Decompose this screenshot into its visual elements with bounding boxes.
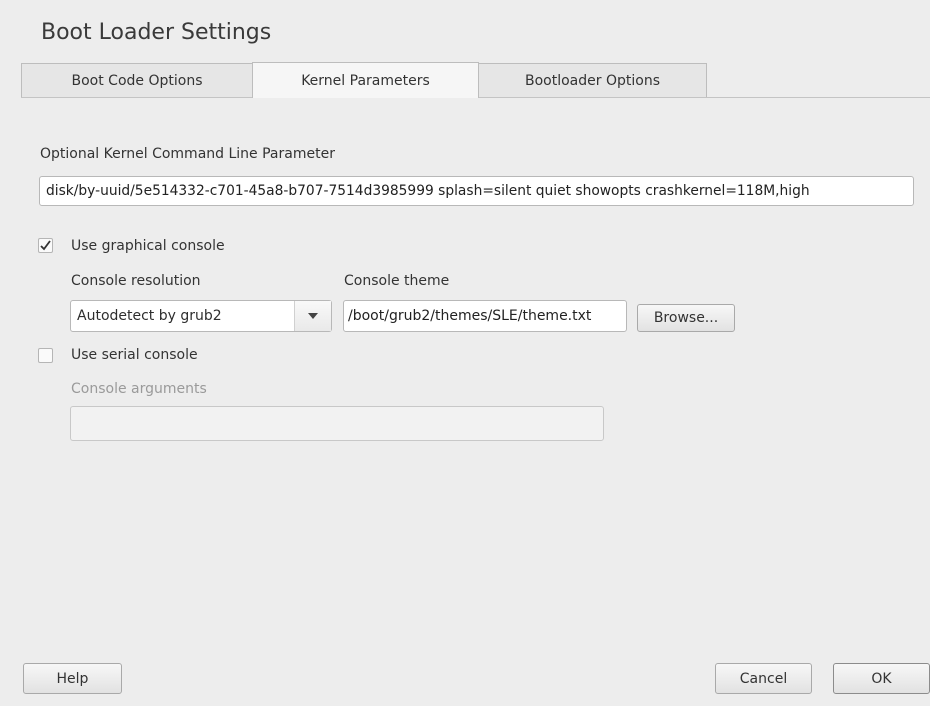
- serial-console-label: Use serial console: [71, 347, 198, 363]
- serial-console-checkbox[interactable]: [38, 348, 53, 363]
- ok-button[interactable]: OK: [833, 663, 930, 694]
- chevron-down-icon[interactable]: [294, 301, 331, 331]
- console-resolution-label: Console resolution: [71, 273, 201, 289]
- graphical-console-label: Use graphical console: [71, 238, 225, 254]
- console-arguments-input: [70, 406, 604, 441]
- cancel-button[interactable]: Cancel: [715, 663, 812, 694]
- console-theme-input[interactable]: /boot/grub2/themes/SLE/theme.txt: [343, 300, 627, 332]
- check-icon: [40, 240, 51, 251]
- dialog-title: Boot Loader Settings: [41, 20, 272, 45]
- tab-bootloader-options[interactable]: Bootloader Options: [478, 63, 707, 97]
- console-arguments-label: Console arguments: [71, 381, 207, 397]
- console-resolution-select[interactable]: Autodetect by grub2: [70, 300, 332, 332]
- tab-kernel-parameters[interactable]: Kernel Parameters: [252, 62, 479, 98]
- graphical-console-checkbox[interactable]: [38, 238, 53, 253]
- console-resolution-value: Autodetect by grub2: [77, 308, 222, 324]
- console-theme-label: Console theme: [344, 273, 450, 289]
- kernel-parameter-input[interactable]: disk/by-uuid/5e514332-c701-45a8-b707-751…: [39, 176, 914, 206]
- tab-boot-code-options[interactable]: Boot Code Options: [21, 63, 253, 97]
- help-button[interactable]: Help: [23, 663, 122, 694]
- kernel-parameter-label: Optional Kernel Command Line Parameter: [40, 146, 335, 162]
- browse-button[interactable]: Browse...: [637, 304, 735, 332]
